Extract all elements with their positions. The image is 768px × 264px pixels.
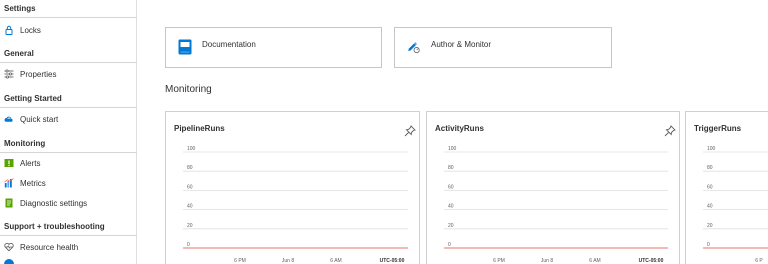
- properties-icon: [4, 69, 14, 79]
- metrics-icon: [4, 178, 14, 188]
- section-title-monitoring: Monitoring: [165, 84, 212, 95]
- y-tick-label: 0: [187, 242, 190, 248]
- section-divider: [0, 17, 137, 18]
- y-tick-label: 20: [707, 223, 713, 229]
- section-header-settings: Settings: [4, 4, 36, 13]
- sidebar-item-label: Alerts: [20, 158, 41, 168]
- sidebar-item-label: Properties: [20, 69, 57, 79]
- sidebar-item-label: Diagnostic settings: [20, 198, 88, 208]
- y-tick-label: 60: [707, 184, 713, 190]
- sidebar-item-diagnostic-settings[interactable]: Diagnostic settings: [0, 194, 136, 212]
- sidebar: Settings Locks General Properties Gettin…: [0, 0, 137, 264]
- y-tick-label: 80: [187, 165, 193, 171]
- section-divider: [0, 152, 137, 153]
- y-tick-label: 80: [448, 165, 454, 171]
- sidebar-item-label: Locks: [20, 25, 41, 35]
- y-tick-label: 40: [707, 204, 713, 210]
- y-tick-label: 0: [707, 242, 710, 248]
- sidebar-item-properties[interactable]: Properties: [0, 65, 136, 83]
- y-tick-label: 40: [448, 204, 454, 210]
- sidebar-item-locks[interactable]: Locks: [0, 21, 136, 39]
- sidebar-item-resource-health[interactable]: Resource health: [0, 238, 136, 256]
- partial-icon: [4, 259, 14, 264]
- y-tick-label: 0: [448, 242, 451, 248]
- heart-icon: [4, 242, 14, 252]
- section-divider: [0, 107, 137, 108]
- x-tick-label: Jun 8: [282, 258, 294, 264]
- activity-runs-chart: 100 80 60 40 20 0 6 PM Jun 8 6 AM UTC-05:00: [444, 146, 668, 264]
- x-tick-label: 6 PM: [493, 258, 505, 264]
- section-divider: [0, 62, 137, 63]
- section-header-getting-started: Getting Started: [4, 94, 62, 103]
- book-icon: [178, 39, 192, 55]
- y-tick-label: 80: [707, 165, 713, 171]
- y-tick-label: 100: [187, 146, 196, 152]
- x-tick-label: UTC-05:00: [380, 258, 405, 264]
- chart-card-trigger-runs[interactable]: TriggerRuns 100 80 60 40 20 0 6 P: [685, 111, 768, 264]
- y-tick-label: 40: [187, 204, 193, 210]
- lock-icon: [4, 25, 14, 35]
- documentation-label: Documentation: [202, 40, 256, 49]
- sidebar-item-metrics[interactable]: Metrics: [0, 174, 136, 192]
- y-tick-label: 60: [448, 184, 454, 190]
- y-tick-label: 100: [707, 146, 716, 152]
- sidebar-item-quick-start[interactable]: Quick start: [0, 110, 136, 128]
- section-header-general: General: [4, 49, 34, 58]
- sidebar-item-label: Metrics: [20, 178, 46, 188]
- diagnostic-settings-icon: [4, 198, 14, 208]
- sidebar-item-alerts[interactable]: Alerts: [0, 154, 136, 172]
- trigger-runs-chart: 100 80 60 40 20 0 6 P: [703, 146, 768, 264]
- documentation-tile[interactable]: Documentation: [165, 27, 382, 68]
- section-divider: [0, 235, 137, 236]
- x-tick-label: 6 PM: [234, 258, 246, 264]
- chart-card-activity-runs[interactable]: ActivityRuns 100 80 60 40 20 0 6 PM Jun 86 AM UT…: [426, 111, 680, 264]
- pipeline-runs-chart: 100 80 60 40 20 0 6 PM Jun 8 6 AM UTC-05:00: [183, 146, 408, 264]
- author-monitor-tile[interactable]: Author & Monitor: [394, 27, 612, 68]
- y-tick-label: 60: [187, 184, 193, 190]
- x-tick-label: 6 AM: [330, 258, 341, 264]
- x-tick-label: 6 AM: [589, 258, 600, 264]
- y-tick-label: 100: [448, 146, 457, 152]
- author-monitor-label: Author & Monitor: [431, 40, 492, 49]
- y-tick-label: 20: [448, 223, 454, 229]
- alerts-icon: [4, 158, 14, 168]
- author-monitor-icon: [407, 39, 421, 55]
- chart-card-pipeline-runs[interactable]: PipelineRuns 100 80 60 40 20 0 6 PM Jun 86 AM UT…: [165, 111, 420, 264]
- sidebar-item-label: Quick start: [20, 114, 59, 124]
- section-header-monitoring: Monitoring: [4, 139, 46, 148]
- cloud-quickstart-icon: [4, 114, 14, 124]
- x-tick-label: 6 P: [755, 258, 763, 264]
- section-header-support: Support + troubleshooting: [4, 222, 105, 231]
- sidebar-item-label: Resource health: [20, 242, 79, 252]
- x-tick-label: UTC-05:00: [639, 258, 664, 264]
- x-tick-label: Jun 8: [541, 258, 553, 264]
- y-tick-label: 20: [187, 223, 193, 229]
